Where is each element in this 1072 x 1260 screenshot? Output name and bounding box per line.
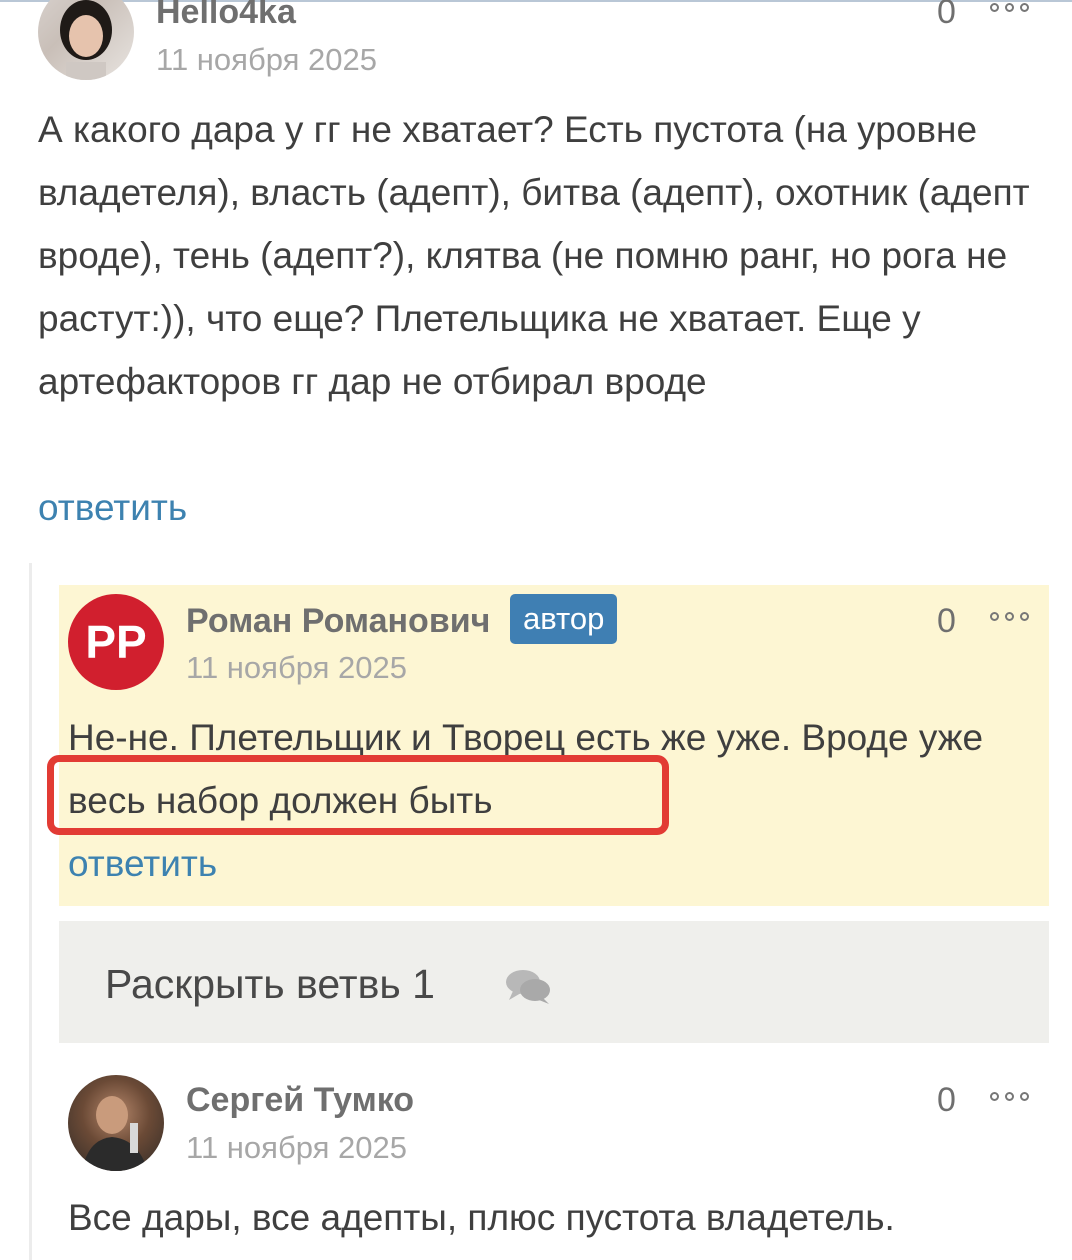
- user-photo-icon: [60, 0, 112, 80]
- author-badge: автор: [510, 594, 618, 644]
- avatar[interactable]: [68, 1075, 164, 1171]
- reply-link[interactable]: ответить: [38, 486, 187, 530]
- annotation-highlight-box: [47, 755, 669, 835]
- more-options-icon[interactable]: [990, 1087, 1034, 1107]
- avatar[interactable]: PP: [68, 594, 164, 690]
- comment-text: Все дары, все адепты, плюс пустота владе…: [68, 1197, 895, 1238]
- more-options-icon[interactable]: [990, 0, 1034, 18]
- avatar-logo-text: PP: [85, 616, 146, 668]
- reply-link[interactable]: ответить: [68, 842, 217, 886]
- comment-text: А какого дара у гг не хватает? Есть пуст…: [38, 109, 1030, 402]
- expand-thread-button[interactable]: Раскрыть ветвь 1: [59, 921, 1049, 1043]
- expand-thread-label: Раскрыть ветвь 1: [105, 961, 435, 1007]
- comment-author[interactable]: Сергей Тумко: [186, 1080, 414, 1120]
- comment-date: 11 ноября 2025: [186, 1130, 407, 1165]
- comment-author[interactable]: Роман Романович: [186, 601, 490, 641]
- comment-author[interactable]: Hello4ka: [156, 0, 296, 32]
- comment-rating: 0: [937, 602, 956, 640]
- avatar[interactable]: [38, 0, 134, 80]
- comment-date: 11 ноября 2025: [186, 650, 407, 685]
- user-photo-icon: [82, 1096, 148, 1171]
- thread-line: [29, 563, 32, 1260]
- comment-rating: 0: [937, 0, 956, 31]
- rr-logo-icon: PP: [85, 616, 146, 668]
- comment-date: 11 ноября 2025: [156, 42, 377, 77]
- comment-rating: 0: [937, 1081, 956, 1119]
- chat-bubbles-icon: [506, 970, 550, 1004]
- more-options-icon[interactable]: [990, 607, 1034, 627]
